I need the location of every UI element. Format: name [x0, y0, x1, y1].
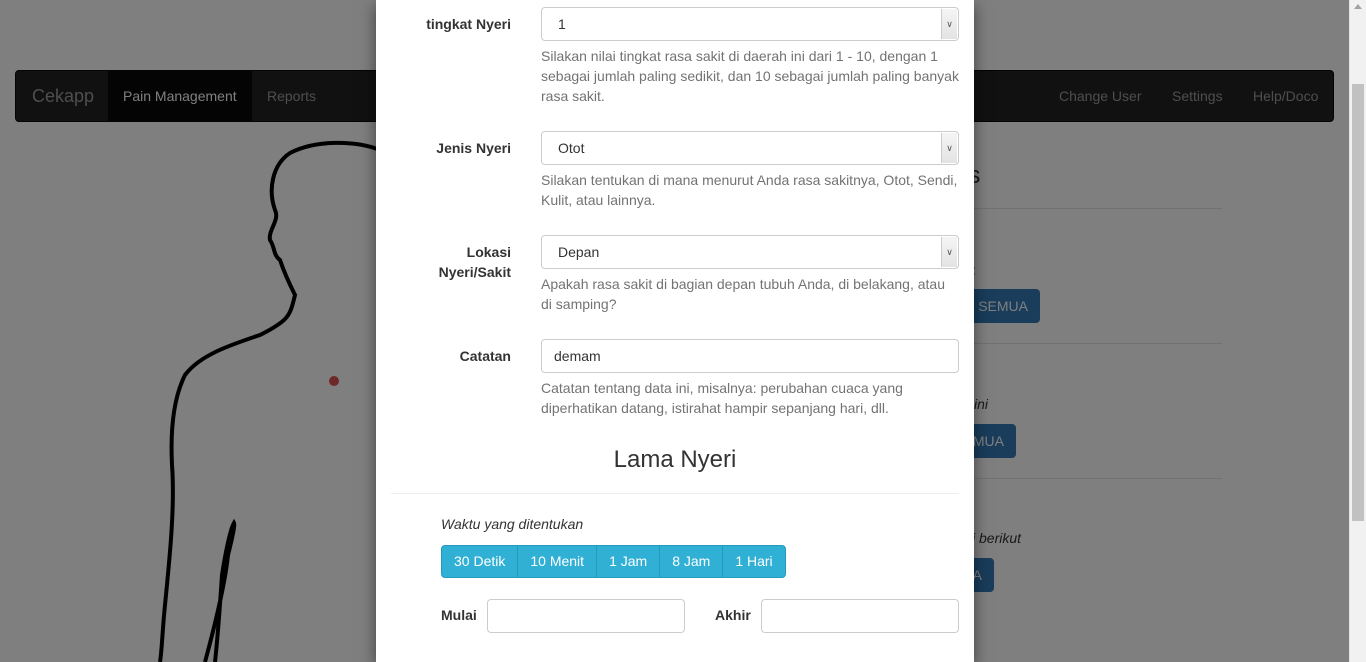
pain-entry-modal: tingkat Nyeri 1 ∨ Silakan nilai tingkat … [376, 0, 974, 662]
preset-button-group: 30 Detik 10 Menit 1 Jam 8 Jam 1 Hari [441, 545, 786, 578]
pain-location-value: Depan [558, 244, 600, 260]
preset-8-hours-button[interactable]: 8 Jam [659, 545, 724, 578]
section-divider [391, 493, 959, 494]
pain-type-select[interactable]: Otot ∨ [541, 131, 959, 165]
pain-type-value: Otot [558, 140, 585, 156]
label-pain-location-line1: Lokasi [466, 244, 511, 260]
preset-1-day-button[interactable]: 1 Hari [722, 545, 786, 578]
label-notes: Catatan [459, 348, 511, 364]
pain-location-select[interactable]: Depan ∨ [541, 235, 959, 269]
preset-10-minutes-button[interactable]: 10 Menit [517, 545, 598, 578]
scroll-up-arrow-icon[interactable] [1354, 4, 1362, 9]
pain-type-help: Silakan tentukan di mana menurut Anda ra… [541, 172, 958, 208]
start-label: Mulai [441, 607, 477, 623]
scroll-thumb[interactable] [1352, 84, 1364, 521]
chevron-down-icon: ∨ [941, 237, 957, 267]
label-pain-location-line2: Nyeri/Sakit [438, 264, 511, 280]
preset-label: Waktu yang ditentukan [441, 516, 584, 532]
chevron-down-icon: ∨ [941, 133, 957, 163]
end-time-input[interactable] [761, 599, 959, 633]
label-pain-type: Jenis Nyeri [436, 140, 511, 156]
page-scrollbar[interactable] [1349, 0, 1366, 662]
preset-30-seconds-button[interactable]: 30 Detik [441, 545, 519, 578]
end-label: Akhir [715, 607, 751, 623]
notes-help: Catatan tentang data ini, misalnya: peru… [541, 380, 903, 416]
notes-input[interactable]: demam [541, 339, 959, 373]
duration-title: Lama Nyeri [613, 446, 737, 473]
chevron-down-icon: ∨ [941, 9, 957, 39]
pain-level-select[interactable]: 1 ∨ [541, 7, 959, 41]
label-pain-level: tingkat Nyeri [426, 16, 511, 32]
preset-1-hour-button[interactable]: 1 Jam [596, 545, 661, 578]
label-pain-location: Lokasi Nyeri/Sakit [439, 242, 511, 282]
pain-location-help: Apakah rasa sakit di bagian depan tubuh … [541, 276, 945, 312]
start-time-input[interactable] [487, 599, 685, 633]
pain-level-help: Silakan nilai tingkat rasa sakit di daer… [541, 48, 959, 104]
pain-level-value: 1 [558, 16, 566, 32]
